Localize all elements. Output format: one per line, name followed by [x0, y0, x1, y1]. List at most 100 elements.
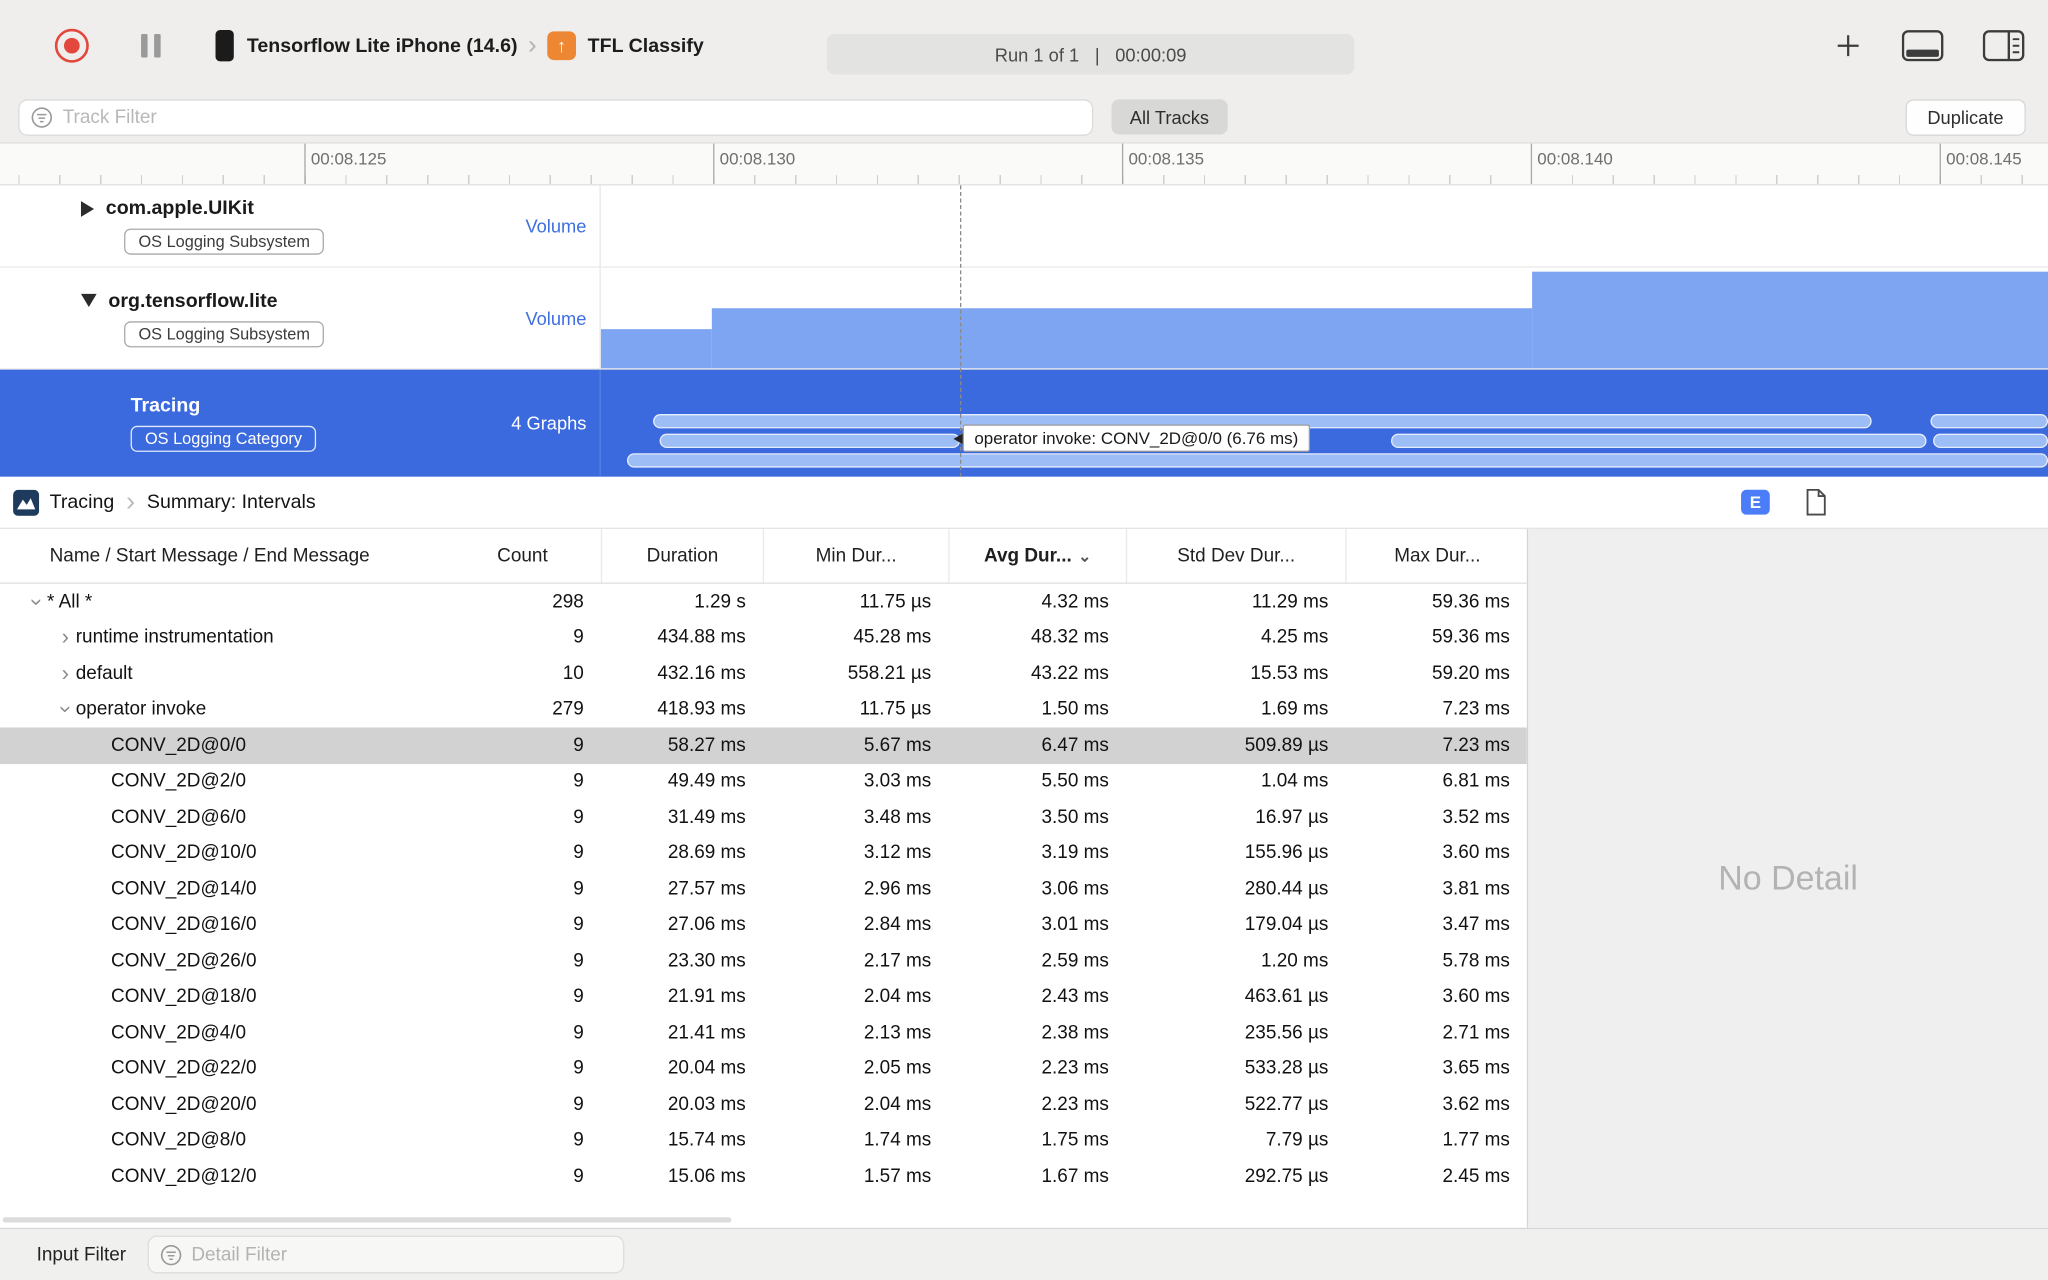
track-row-uikit[interactable]: com.apple.UIKit OS Logging Subsystem Vol…	[0, 185, 2048, 268]
table-row[interactable]: CONV_2D@2/0 9 49.49 ms 3.03 ms 5.50 ms 1…	[0, 763, 1527, 799]
row-avg-duration: 3.06 ms	[1041, 878, 1109, 900]
table-row[interactable]: CONV_2D@10/0 9 28.69 ms 3.12 ms 3.19 ms …	[0, 835, 1527, 871]
bottom-pane-toggle-button[interactable]	[1901, 30, 1944, 62]
table-row[interactable]: CONV_2D@14/0 9 27.57 ms 2.96 ms 3.06 ms …	[0, 871, 1527, 907]
ruler-major-tick: 00:08.140	[1530, 143, 1613, 185]
column-header-stddev[interactable]: Std Dev Dur...	[1127, 528, 1347, 583]
track-area: com.apple.UIKit OS Logging Subsystem Vol…	[0, 185, 2048, 477]
row-avg-duration: 5.50 ms	[1041, 770, 1109, 792]
breadcrumb-root[interactable]: Tracing	[50, 491, 115, 513]
document-icon[interactable]	[1805, 488, 1827, 516]
duplicate-button[interactable]: Duplicate	[1905, 99, 2026, 136]
table-row[interactable]: CONV_2D@6/0 9 31.49 ms 3.48 ms 3.50 ms 1…	[0, 799, 1527, 835]
row-max-duration: 3.47 ms	[1442, 914, 1510, 936]
row-max-duration: 59.36 ms	[1431, 627, 1510, 649]
pause-button[interactable]	[141, 33, 161, 58]
table-row[interactable]: CONV_2D@12/0 9 15.06 ms 1.57 ms 1.67 ms …	[0, 1159, 1527, 1195]
track-badge: OS Logging Category	[130, 425, 317, 452]
row-name: CONV_2D@10/0	[111, 842, 257, 864]
breadcrumb-current[interactable]: Summary: Intervals	[147, 491, 316, 513]
volume-graph[interactable]	[600, 268, 2048, 369]
right-pane-toggle-button[interactable]	[1982, 30, 2025, 62]
row-min-duration: 2.04 ms	[863, 1094, 932, 1116]
row-count: 9	[573, 950, 584, 972]
row-max-duration: 3.60 ms	[1442, 986, 1510, 1008]
table-row[interactable]: CONV_2D@20/0 9 20.03 ms 2.04 ms 2.23 ms …	[0, 1087, 1527, 1123]
table-row[interactable]: CONV_2D@16/0 9 27.06 ms 2.84 ms 3.01 ms …	[0, 907, 1527, 943]
row-min-duration: 2.17 ms	[863, 950, 932, 972]
row-count: 279	[552, 699, 584, 720]
row-min-duration: 2.96 ms	[863, 878, 932, 900]
track-row-tracing[interactable]: Tracing OS Logging Category 4 Graphs ope…	[0, 369, 2048, 477]
row-avg-duration: 2.59 ms	[1041, 950, 1109, 972]
row-count: 9	[573, 878, 584, 900]
table-row[interactable]: CONV_2D@4/0 9 21.41 ms 2.13 ms 2.38 ms 2…	[0, 1015, 1527, 1051]
iphone-icon	[215, 30, 234, 62]
table-row[interactable]: › * All * 298 1.29 s 11.75 µs 4.32 ms 11.…	[0, 584, 1527, 620]
row-avg-duration: 2.43 ms	[1041, 986, 1109, 1008]
row-min-duration: 2.13 ms	[863, 1022, 932, 1044]
row-disclosure-icon[interactable]: ›	[54, 699, 79, 720]
table-row[interactable]: CONV_2D@22/0 9 20.04 ms 2.05 ms 2.23 ms …	[0, 1051, 1527, 1087]
interval-bar[interactable]	[659, 433, 960, 448]
track-filter-input[interactable]	[62, 106, 1092, 128]
table-row[interactable]: CONV_2D@0/0 9 58.27 ms 5.67 ms 6.47 ms 5…	[0, 727, 1527, 764]
pause-bar-icon	[154, 33, 161, 58]
column-header-name[interactable]: Name / Start Message / End Message	[0, 545, 444, 566]
run-time: 00:00:09	[1115, 43, 1187, 65]
timeline-ruler[interactable]: 00:08.125 00:08.130 00:08.135 00:08.140 00:0…	[0, 143, 2048, 186]
table-row[interactable]: CONV_2D@18/0 9 21.91 ms 2.04 ms 2.43 ms …	[0, 979, 1527, 1015]
tracing-intervals-graph[interactable]: operator invoke: CONV_2D@0/0 (6.76 ms)	[601, 370, 2048, 476]
column-header-duration[interactable]: Duration	[602, 528, 765, 583]
table-row[interactable]: › operator invoke 279 418.93 ms 11.75 µs …	[0, 692, 1527, 728]
detail-filter-field[interactable]	[146, 1235, 624, 1274]
row-name: default	[75, 663, 133, 685]
track-row-tensorflow-lite[interactable]: org.tensorflow.lite OS Logging Subsystem…	[0, 267, 2048, 370]
row-stddev-duration: 280.44 µs	[1244, 878, 1329, 900]
table-row[interactable]: CONV_2D@26/0 9 23.30 ms 2.17 ms 2.59 ms …	[0, 943, 1527, 979]
add-instrument-button[interactable]	[1834, 31, 1863, 60]
interval-bar[interactable]	[626, 453, 2048, 468]
track-detail-label: Volume	[525, 215, 587, 237]
detail-filter-input[interactable]	[191, 1244, 623, 1265]
interval-bar[interactable]	[1930, 414, 2048, 429]
summary-table: Name / Start Message / End Message Count…	[0, 528, 1529, 1228]
column-header-count[interactable]: Count	[444, 528, 603, 583]
row-max-duration: 3.65 ms	[1442, 1058, 1510, 1080]
row-avg-duration: 2.23 ms	[1041, 1058, 1109, 1080]
row-duration: 21.91 ms	[667, 986, 746, 1008]
column-header-avg[interactable]: Avg Dur... ⌄	[950, 528, 1128, 583]
record-button[interactable]	[54, 28, 89, 63]
table-row[interactable]: CONV_2D@8/0 9 15.74 ms 1.74 ms 1.75 ms 7…	[0, 1123, 1527, 1159]
row-disclosure-icon[interactable]: ›	[55, 627, 76, 648]
ruler-major-tick: 00:08.145	[1939, 143, 2022, 185]
row-disclosure-icon[interactable]: ›	[55, 663, 76, 684]
target-selector[interactable]: Tensorflow Lite iPhone (14.6) › ↑ TFL Cl…	[215, 30, 704, 62]
table-row[interactable]: › default 10 432.16 ms 558.21 µs 43.22 ms…	[0, 656, 1527, 692]
minor-ticks	[18, 175, 2048, 185]
row-max-duration: 2.45 ms	[1442, 1166, 1510, 1187]
column-header-max[interactable]: Max Dur...	[1347, 545, 1527, 566]
table-row[interactable]: › runtime instrumentation 9 434.88 ms 45.…	[0, 620, 1527, 656]
row-duration: 20.04 ms	[667, 1058, 746, 1080]
row-duration: 1.29 s	[694, 591, 746, 613]
row-disclosure-icon[interactable]: ›	[25, 591, 50, 612]
track-graph[interactable]	[601, 185, 2048, 266]
all-tracks-button[interactable]: All Tracks	[1111, 99, 1228, 135]
row-name: runtime instrumentation	[75, 627, 274, 649]
row-max-duration: 5.78 ms	[1442, 950, 1510, 972]
track-filter-field[interactable]	[18, 98, 1094, 136]
row-duration: 432.16 ms	[657, 663, 746, 685]
interval-bar[interactable]	[1933, 433, 2048, 448]
horizontal-scrollbar[interactable]	[2, 1217, 732, 1223]
row-name: CONV_2D@26/0	[111, 950, 257, 972]
extended-detail-button[interactable]: E	[1741, 489, 1770, 515]
disclosure-expanded-icon[interactable]	[80, 293, 97, 307]
row-count: 9	[573, 842, 584, 864]
ruler-tick-label: 00:08.140	[1537, 148, 1613, 169]
row-name: CONV_2D@20/0	[111, 1094, 257, 1116]
interval-bar[interactable]	[1391, 433, 1927, 448]
column-header-min[interactable]: Min Dur...	[764, 528, 950, 583]
disclosure-collapsed-icon[interactable]	[80, 200, 95, 217]
row-avg-duration: 3.19 ms	[1041, 842, 1109, 864]
